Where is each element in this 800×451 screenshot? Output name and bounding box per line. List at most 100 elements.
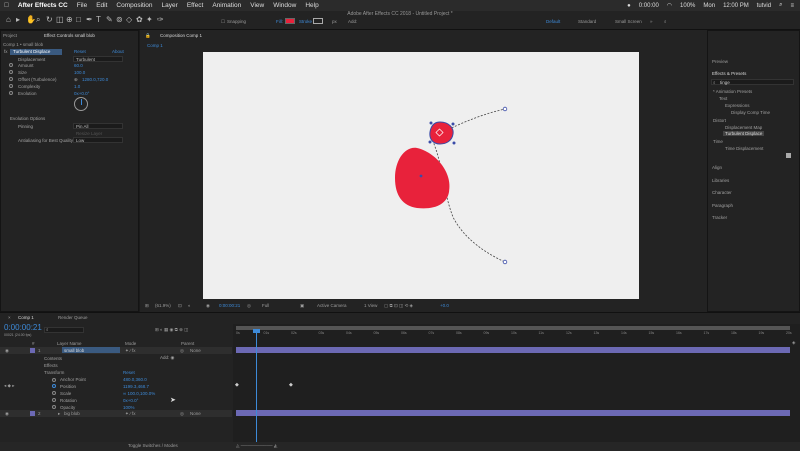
position-keyframe-nav[interactable]: ◂ ◆ ▸ bbox=[4, 383, 14, 389]
evolution-dial[interactable] bbox=[74, 97, 88, 111]
comp-subtab[interactable]: Comp 1 bbox=[147, 43, 163, 48]
layer1-name[interactable]: small blob bbox=[64, 348, 84, 353]
menu-composition[interactable]: Composition bbox=[116, 2, 152, 9]
layer-search-input[interactable] bbox=[44, 327, 84, 333]
layer2-expand-icon[interactable]: ▸ bbox=[58, 411, 60, 417]
search-icon[interactable]: ⌕ bbox=[779, 2, 782, 9]
position-keyframe-2[interactable]: ◆ bbox=[289, 382, 293, 388]
tree-display-comp-time[interactable]: Display Comp Time bbox=[731, 110, 770, 115]
tab-effect-controls[interactable]: Effect Controls small blob bbox=[44, 33, 95, 38]
viewer-icons[interactable]: ▢ ⧉ ⊡ ◫ ⟲ ◈ bbox=[384, 303, 413, 309]
layer2-parent-dropdown[interactable]: None bbox=[190, 411, 201, 416]
layer2-parent-pickwhip-icon[interactable]: ◎ bbox=[180, 411, 184, 417]
rotation-stopwatch-icon[interactable] bbox=[52, 398, 56, 402]
eraser-tool-icon[interactable]: ◇ bbox=[126, 15, 132, 24]
layer2-duration-bar[interactable] bbox=[236, 410, 790, 416]
anchor-point-value[interactable]: 480.0,360.0 bbox=[123, 377, 147, 382]
size-stopwatch-icon[interactable] bbox=[9, 70, 13, 74]
always-preview-icon[interactable]: ⊞ bbox=[145, 303, 149, 309]
scale-stopwatch-icon[interactable] bbox=[52, 391, 56, 395]
tree-time[interactable]: Time bbox=[713, 139, 723, 144]
offset-value[interactable]: 1280.0,720.0 bbox=[82, 77, 108, 82]
tree-distort[interactable]: Distort bbox=[713, 118, 726, 123]
comp-timecode[interactable]: 0:00:00:21 bbox=[219, 303, 240, 308]
zoom-dropdown[interactable]: (61.9%) bbox=[155, 303, 171, 308]
timeline-zoom-slider[interactable]: ◬ ────────── ◭ bbox=[236, 443, 277, 449]
camera-tool-icon[interactable]: ◫ bbox=[56, 15, 64, 24]
work-area-bar[interactable] bbox=[236, 326, 790, 330]
tracker-panel-title[interactable]: Tracker bbox=[712, 215, 727, 220]
selection-tool-icon[interactable]: ▸ bbox=[16, 15, 20, 24]
layer2-visibility-icon[interactable]: ◉ bbox=[5, 411, 9, 417]
fill-swatch[interactable] bbox=[285, 18, 295, 24]
displacement-dropdown[interactable]: Turbulent bbox=[73, 56, 123, 62]
clone-tool-icon[interactable]: ⊚ bbox=[116, 15, 123, 24]
effect-reset-link[interactable]: Reset bbox=[74, 49, 86, 54]
offset-stopwatch-icon[interactable] bbox=[9, 77, 13, 81]
prop-contents[interactable]: Contents bbox=[44, 356, 62, 361]
layer1-label-color[interactable] bbox=[30, 348, 35, 353]
playhead-handle[interactable] bbox=[253, 329, 260, 333]
menu-view[interactable]: View bbox=[250, 2, 264, 9]
wifi-icon[interactable]: ◠ bbox=[667, 2, 672, 9]
tree-turbulent-displace[interactable]: Turbulent Displace bbox=[723, 131, 765, 136]
tree-text[interactable]: Text bbox=[719, 96, 727, 101]
size-value[interactable]: 100.0 bbox=[74, 70, 85, 75]
position-stopwatch-icon[interactable] bbox=[52, 384, 56, 388]
layer2-name[interactable]: big blob bbox=[64, 411, 80, 416]
add-label[interactable]: Add: bbox=[348, 19, 357, 24]
layer2-switches[interactable]: ✦ ⁄ fx bbox=[125, 411, 136, 417]
layer2-label-color[interactable] bbox=[30, 411, 35, 416]
position-keyframe-1[interactable]: ◆ bbox=[235, 382, 239, 388]
amount-value[interactable]: 60.0 bbox=[74, 63, 83, 68]
layer1-visibility-icon[interactable]: ◉ bbox=[5, 348, 9, 354]
timeline-timecode[interactable]: 0:00:00:21 bbox=[4, 323, 42, 332]
layer1-switches[interactable]: ✦ ⁄ fx bbox=[125, 348, 136, 354]
comp-marker-icon[interactable]: ◈ bbox=[792, 340, 795, 346]
anchor-stopwatch-icon[interactable] bbox=[52, 378, 56, 382]
puppet-tool-icon[interactable]: ✦ bbox=[146, 15, 153, 24]
menu-list-icon[interactable]: ≡ bbox=[790, 3, 794, 9]
brush-tool-icon[interactable]: ✎ bbox=[106, 15, 113, 24]
home-icon[interactable]: ⌂ bbox=[6, 15, 11, 24]
fill-label[interactable]: Fill: bbox=[276, 19, 283, 24]
workspace-default[interactable]: Default bbox=[546, 19, 560, 24]
apple-icon[interactable]:  bbox=[4, 2, 9, 9]
playhead-line[interactable] bbox=[256, 331, 257, 444]
antialiasing-dropdown[interactable]: Low bbox=[73, 137, 123, 143]
pinning-dropdown[interactable]: Pin All bbox=[73, 123, 123, 129]
prop-evolution-options-label[interactable]: Evolution Options bbox=[10, 116, 45, 121]
user-name[interactable]: tutvid bbox=[757, 3, 771, 9]
new-preset-icon[interactable] bbox=[786, 153, 791, 158]
comp-artwork[interactable] bbox=[203, 52, 639, 299]
tree-animation-presets[interactable]: * Animation Presets bbox=[713, 89, 752, 94]
character-panel-title[interactable]: Character bbox=[712, 190, 732, 195]
pan-behind-icon[interactable]: ⊕ bbox=[66, 15, 73, 24]
prop-effects[interactable]: Effects bbox=[44, 363, 58, 368]
menu-help[interactable]: Help bbox=[305, 2, 318, 9]
lock-icon[interactable]: 🔒 bbox=[145, 33, 151, 39]
libraries-panel-title[interactable]: Libraries bbox=[712, 178, 729, 183]
fx-toggle[interactable]: fx bbox=[4, 49, 8, 54]
contents-add[interactable]: Add: ◉ bbox=[160, 355, 174, 361]
tree-displacement-map[interactable]: Displacement Map bbox=[725, 125, 762, 130]
col-layer-name[interactable]: Layer Name bbox=[57, 341, 82, 346]
stroke-swatch[interactable] bbox=[313, 18, 323, 24]
transform-reset[interactable]: Reset bbox=[123, 370, 135, 375]
scale-value[interactable]: ∞ 100.0,100.0% bbox=[123, 391, 155, 396]
align-panel-title[interactable]: Align bbox=[712, 165, 722, 170]
effect-about-link[interactable]: About bbox=[112, 49, 124, 54]
grid-icon[interactable]: ⊡ bbox=[178, 303, 182, 309]
zoom-tool-icon[interactable]: ⌕ bbox=[36, 15, 40, 25]
exposure-value[interactable]: +0.0 bbox=[440, 303, 449, 308]
timeline-track-area[interactable] bbox=[233, 324, 800, 444]
layer1-duration-bar[interactable] bbox=[236, 347, 790, 353]
tab-render-queue[interactable]: Render Queue bbox=[58, 315, 88, 320]
pin-tool-icon[interactable]: ✑ bbox=[157, 15, 164, 24]
paragraph-panel-title[interactable]: Paragraph bbox=[712, 203, 733, 208]
record-icon[interactable]: ● bbox=[627, 3, 631, 9]
menu-animation[interactable]: Animation bbox=[212, 2, 241, 9]
type-tool-icon[interactable]: T bbox=[96, 15, 101, 24]
menu-window[interactable]: Window bbox=[273, 2, 296, 9]
rotation-value[interactable]: 0x+0.0° bbox=[123, 398, 138, 403]
